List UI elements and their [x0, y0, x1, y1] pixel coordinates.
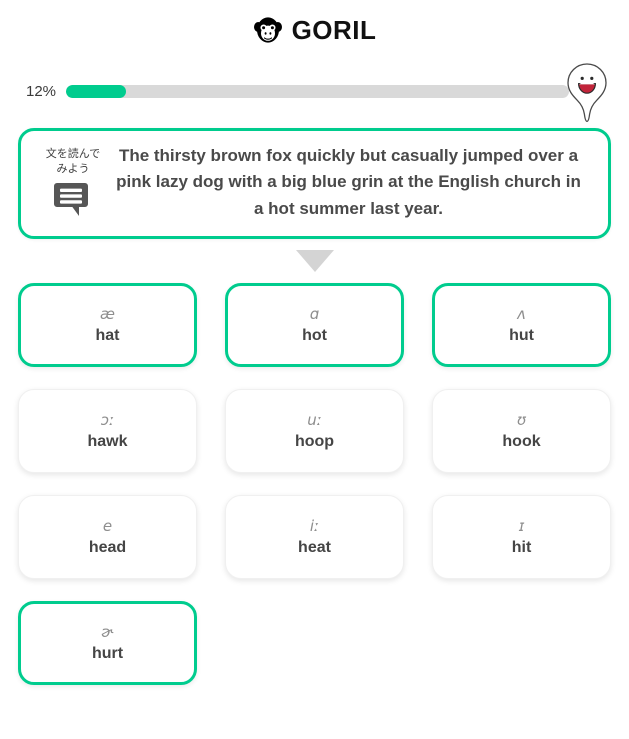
- phoneme-card-hook[interactable]: ʊ hook: [432, 389, 611, 474]
- phoneme-card-word: hit: [511, 538, 532, 556]
- phoneme-card-ipa: æ: [100, 304, 115, 323]
- speech-bubble-icon: [53, 182, 93, 218]
- progress-bar-fill: [66, 84, 127, 98]
- phoneme-card-word: hoop: [294, 432, 335, 450]
- phoneme-card-ipa: e: [102, 516, 113, 535]
- phoneme-card-ipa: uː: [307, 410, 322, 429]
- phoneme-card-ipa: ɑ: [309, 304, 320, 323]
- mascot-open-mouth-icon: [563, 62, 611, 124]
- phoneme-card-hit[interactable]: ɪ hit: [432, 495, 611, 580]
- phoneme-card-hurt[interactable]: ɚ hurt: [18, 601, 197, 686]
- phoneme-card-word: hat: [95, 326, 120, 344]
- phoneme-card-word: head: [88, 538, 127, 556]
- progress-section: 12%: [0, 60, 629, 124]
- gorilla-face-icon: [253, 15, 283, 45]
- phoneme-card-ipa: ʊ: [516, 410, 527, 429]
- phoneme-card-ipa: ɪ: [518, 516, 525, 535]
- phoneme-card-word: hot: [302, 326, 327, 344]
- phoneme-card-hat[interactable]: æ hat: [18, 283, 197, 368]
- phoneme-card-heat[interactable]: iː heat: [225, 495, 404, 580]
- phoneme-card-grid: æ hat ɑ hot ʌ hut ɔː hawk uː hoop ʊ hook e head iː heat…: [0, 283, 629, 686]
- chevron-down-triangle-icon: [295, 250, 334, 273]
- brand-name: GORIL: [291, 15, 377, 45]
- phoneme-card-hawk[interactable]: ɔː hawk: [18, 389, 197, 474]
- progress-percent-label: 12%: [26, 82, 57, 100]
- phoneme-card-word: heat: [298, 538, 331, 556]
- phoneme-card-word: hut: [509, 326, 534, 344]
- sentence-card-aside: 文を読んで みよう: [37, 147, 109, 219]
- phoneme-card-word: hurt: [91, 644, 124, 662]
- sentence-text: The thirsty brown fox quickly but casual…: [116, 146, 581, 218]
- phoneme-card-head[interactable]: e head: [18, 495, 197, 580]
- read-the-sentence-label: 文を読んで みよう: [45, 147, 101, 175]
- sentence-card[interactable]: 文を読んで みよう The thirsty brown fox quickly …: [18, 128, 611, 240]
- phoneme-card-word: hook: [502, 432, 541, 450]
- phoneme-card-ipa: ʌ: [517, 304, 526, 323]
- app-header: GORIL: [0, 0, 629, 60]
- phoneme-card-ipa: ɚ: [101, 622, 114, 641]
- phoneme-card-hot[interactable]: ɑ hot: [225, 283, 404, 368]
- phoneme-card-hoop[interactable]: uː hoop: [225, 389, 404, 474]
- phoneme-card-ipa: iː: [309, 516, 320, 535]
- arrow-section: [0, 239, 629, 283]
- progress-bar-track: [66, 84, 569, 98]
- phoneme-card-ipa: ɔː: [100, 410, 115, 429]
- phoneme-card-word: hawk: [87, 432, 128, 450]
- phoneme-card-hut[interactable]: ʌ hut: [432, 283, 611, 368]
